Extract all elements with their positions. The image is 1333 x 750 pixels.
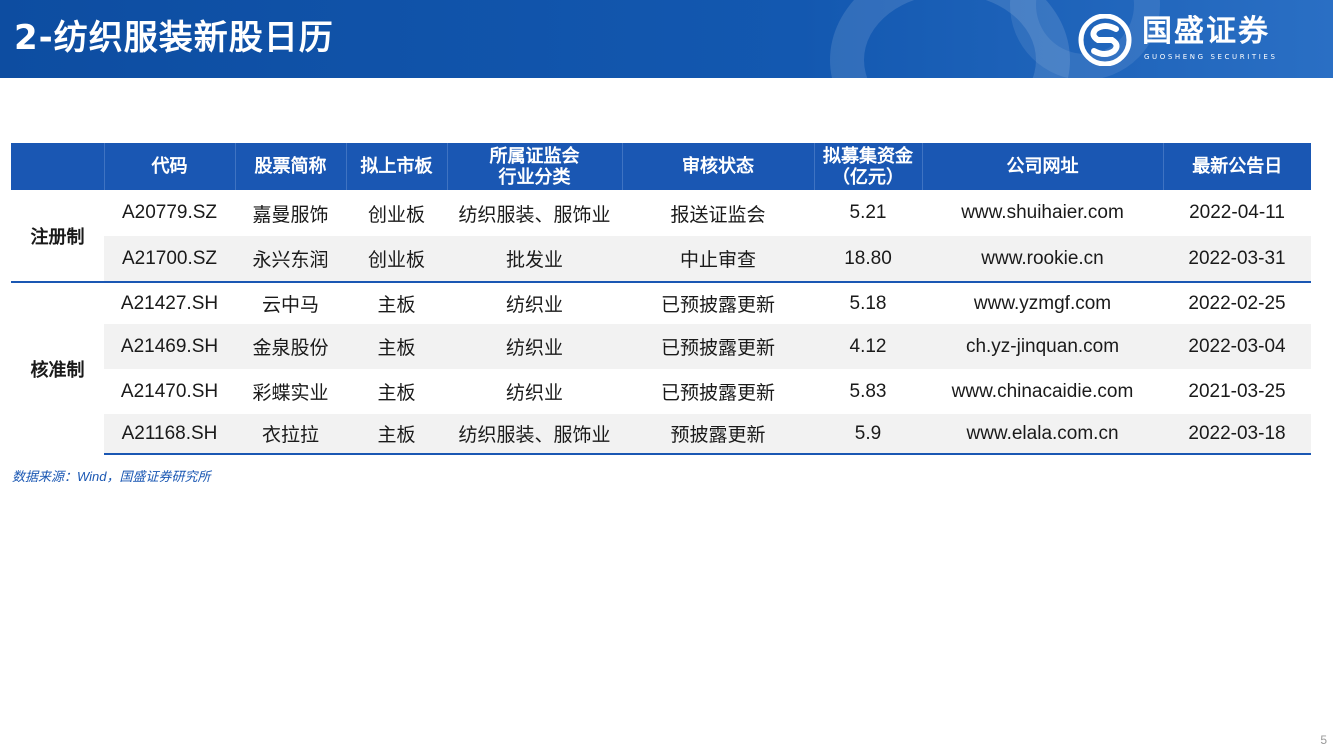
industry-cell: 批发业 [447, 236, 622, 282]
status-cell: 中止审查 [622, 236, 814, 282]
status-header: 审核状态 [621, 143, 814, 190]
code-cell: A21700.SZ [104, 236, 235, 282]
code-cell: A21427.SH [104, 281, 235, 324]
name-header: 股票简称 [234, 143, 346, 190]
status-cell: 已预披露更新 [660, 383, 775, 404]
board-cell: 主板 [377, 383, 416, 404]
page-header: 2-纺织服装新股日历 国盛证券 GUOSHENG SECURITIES [0, 0, 1333, 78]
table-row: A21168.SH 衣拉拉 主板 纺织服装、服饰业 预披露更新 5.9 www.elala.… [11, 414, 1311, 455]
board-cell: 创业板 [346, 236, 447, 282]
logo-name: 国盛证券 [1142, 14, 1270, 49]
website-cell: www.yzmgf.com [922, 281, 1163, 324]
group-label: 注册制 [11, 190, 104, 282]
funds-cell: 5.83 [849, 380, 887, 402]
status-cell: 已预披露更新 [622, 324, 814, 369]
website-cell: www.elala.com.cn [922, 414, 1163, 455]
board-header: 拟上市板 [345, 143, 447, 190]
table-row: 核准制 A21427.SH 云中马 主板 纺织业 已预披露更新 5.18 www.yzmgf.… [11, 281, 1311, 454]
funds-cell: 4.12 [814, 324, 922, 369]
code-cell: A21469.SH [104, 324, 235, 369]
name-cell: 衣拉拉 [235, 414, 346, 455]
funds-cell: 5.9 [814, 414, 922, 455]
table-row: A21469.SH 金泉股份 主板 纺织业 已预披露更新 4.12 ch.yz-jinqua… [11, 324, 1311, 369]
date-header: 最新公告日 [1162, 143, 1311, 190]
funds-cell: 5.18 [814, 281, 922, 324]
funds-cell: 18.80 [814, 236, 922, 282]
table-row: 注册制 A20779.SZ 嘉曼服饰 创业板 纺织服装、服饰业 报送证监会 5.21 www.… [11, 190, 1311, 282]
company-logo: 国盛证券 GUOSHENG SECURITIES [1078, 12, 1328, 68]
date-cell: 2022-03-04 [1163, 324, 1311, 369]
table-row: A21470.SH 彩蝶实业 主板 纺织业 已预披露更新 5.83 www.chinacai… [11, 369, 1311, 414]
table-header-row: 代码 股票简称 拟上市板 所属证监会 行业分类 审核状态 拟募集资金 （亿元） 公司网址 最新… [11, 143, 1311, 190]
table-row: A21700.SZ 永兴东润 创业板 批发业 中止审查 18.80 www.rookie.c… [11, 236, 1311, 282]
date-cell: 2022-02-25 [1163, 281, 1311, 324]
industry-header: 所属证监会 行业分类 [446, 143, 622, 190]
board-cell: 主板 [346, 281, 447, 324]
industry-cell: 纺织服装、服饰业 [458, 204, 611, 226]
date-cell: 2021-03-25 [1188, 380, 1286, 402]
page-title: 2-纺织服装新股日历 [14, 18, 334, 58]
logo-english-name: GUOSHENG SECURITIES [1144, 53, 1278, 61]
table-body: 注册制 A20779.SZ 嘉曼服饰 创业板 纺织服装、服饰业 报送证监会 5.21 www.… [11, 190, 1311, 455]
data-source-note: 数据来源：Wind，国盛证券研究所 [12, 469, 211, 484]
name-cell: 嘉曼服饰 [252, 204, 329, 226]
funds-header: 拟募集资金 （亿元） [813, 143, 922, 190]
website-cell: www.shuihaier.com [961, 202, 1124, 223]
ipo-calendar-table: 代码 股票简称 拟上市板 所属证监会 行业分类 审核状态 拟募集资金 （亿元） 公司网址 最新… [11, 143, 1311, 455]
code-header: 代码 [103, 143, 235, 190]
status-cell: 预披露更新 [622, 414, 814, 455]
code-cell: A21168.SH [104, 414, 235, 455]
name-cell: 彩蝶实业 [252, 383, 329, 404]
date-cell: 2022-03-18 [1163, 414, 1311, 455]
industry-cell: 纺织业 [505, 383, 563, 404]
website-cell: www.chinacaidie.com [951, 380, 1134, 402]
name-cell: 金泉股份 [235, 324, 346, 369]
website-cell: www.rookie.cn [922, 236, 1163, 282]
group-header [11, 143, 104, 190]
guosheng-logo-icon [1078, 14, 1132, 66]
board-cell: 创业板 [367, 204, 425, 226]
code-cell: A21470.SH [120, 380, 219, 402]
group-label: 核准制 [11, 281, 104, 454]
status-cell: 已预披露更新 [622, 281, 814, 324]
name-cell: 永兴东润 [235, 236, 346, 282]
funds-cell: 5.21 [849, 202, 887, 223]
board-cell: 主板 [346, 414, 447, 455]
industry-cell: 纺织服装、服饰业 [447, 414, 622, 455]
date-cell: 2022-03-31 [1163, 236, 1311, 282]
industry-cell: 纺织业 [447, 281, 622, 324]
code-cell: A20779.SZ [121, 202, 218, 223]
website-cell: ch.yz-jinquan.com [922, 324, 1163, 369]
industry-cell: 纺织业 [447, 324, 622, 369]
name-cell: 云中马 [235, 281, 346, 324]
board-cell: 主板 [346, 324, 447, 369]
status-cell: 报送证监会 [670, 204, 766, 226]
page-number: 5 [1320, 733, 1327, 747]
website-header: 公司网址 [921, 143, 1163, 190]
date-cell: 2022-04-11 [1189, 202, 1285, 223]
